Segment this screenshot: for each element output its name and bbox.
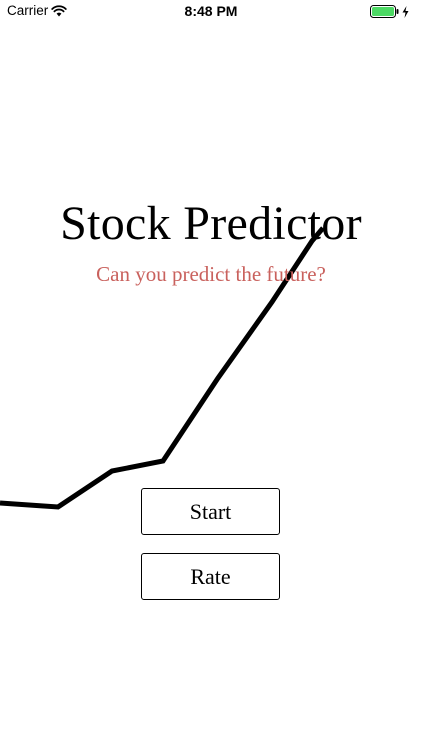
battery-charging-icon xyxy=(370,5,412,19)
rate-button-label: Rate xyxy=(190,563,231,589)
status-bar: Carrier 8:48 PM xyxy=(0,0,422,24)
start-button[interactable]: Start xyxy=(141,488,280,535)
app-subtitle: Can you predict the future? xyxy=(96,262,326,286)
rate-button[interactable]: Rate xyxy=(141,553,280,600)
app-title: Stock Predictor xyxy=(60,197,362,250)
battery-fill xyxy=(372,7,394,16)
stock-line-graphic xyxy=(0,226,325,510)
start-button-label: Start xyxy=(189,498,232,524)
status-time: 8:48 PM xyxy=(184,3,238,19)
